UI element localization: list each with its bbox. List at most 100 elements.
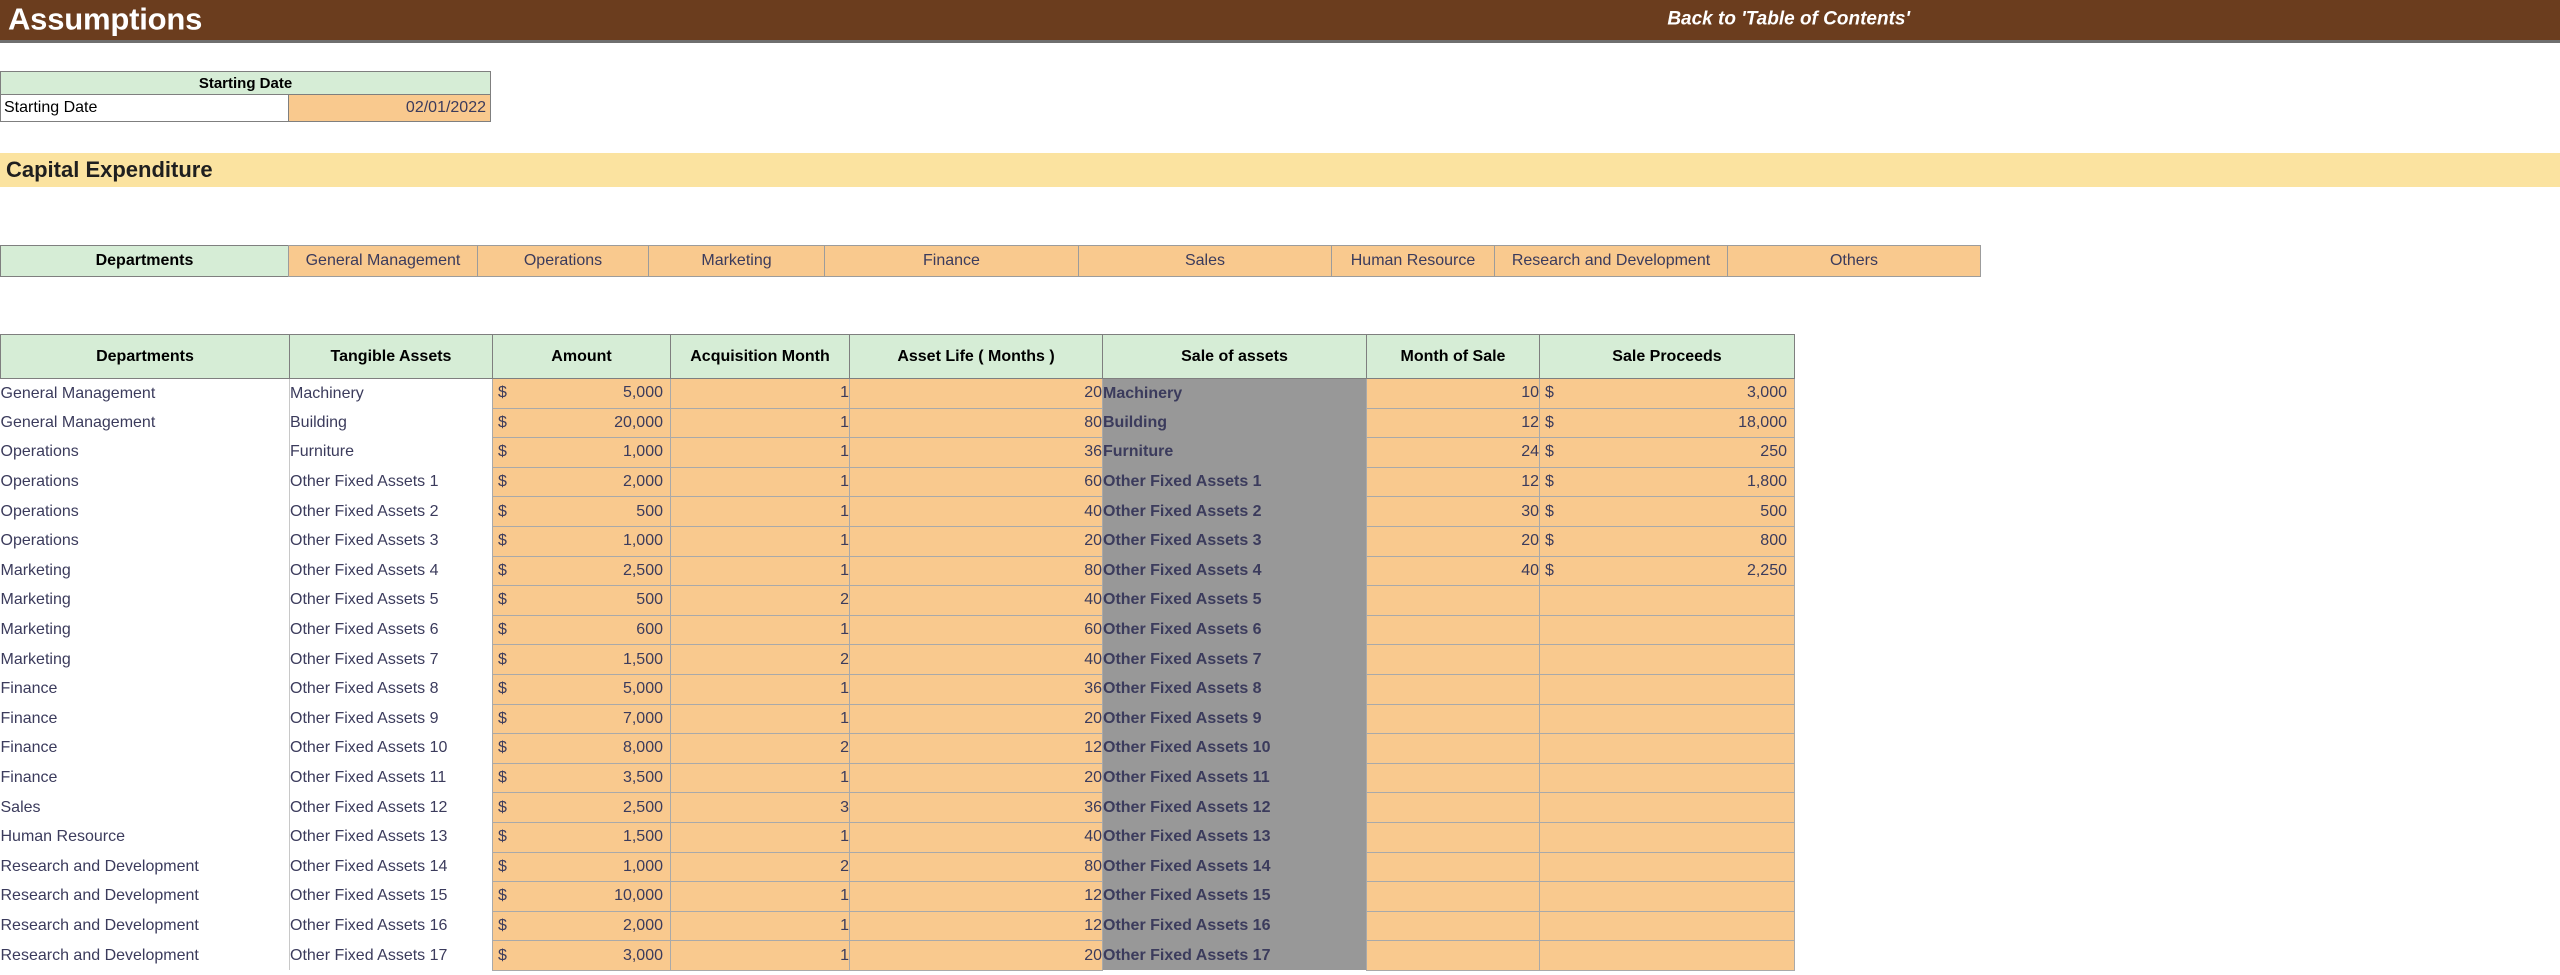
- cell-sale-proceeds[interactable]: $2,250: [1540, 556, 1795, 586]
- cell-month-of-sale[interactable]: [1367, 882, 1540, 912]
- cell-asset-life[interactable]: 80: [850, 408, 1103, 438]
- department-strip-item[interactable]: Others: [1727, 245, 1981, 277]
- cell-acquisition-month[interactable]: 1: [671, 911, 850, 941]
- cell-month-of-sale[interactable]: [1367, 674, 1540, 704]
- cell-month-of-sale[interactable]: [1367, 941, 1540, 971]
- cell-asset-life[interactable]: 12: [850, 911, 1103, 941]
- cell-sale-proceeds[interactable]: $500: [1540, 497, 1795, 527]
- cell-asset-life[interactable]: 40: [850, 645, 1103, 675]
- cell-asset-life[interactable]: 36: [850, 793, 1103, 823]
- cell-asset-life[interactable]: 20: [850, 763, 1103, 793]
- cell-amount[interactable]: $1,000: [493, 438, 671, 468]
- cell-acquisition-month[interactable]: 1: [671, 763, 850, 793]
- cell-month-of-sale[interactable]: 10: [1367, 379, 1540, 409]
- cell-asset-life[interactable]: 60: [850, 467, 1103, 497]
- cell-acquisition-month[interactable]: 1: [671, 408, 850, 438]
- cell-acquisition-month[interactable]: 2: [671, 734, 850, 764]
- cell-asset-life[interactable]: 40: [850, 822, 1103, 852]
- cell-month-of-sale[interactable]: [1367, 645, 1540, 675]
- department-strip-item[interactable]: Research and Development: [1494, 245, 1728, 277]
- cell-sale-proceeds[interactable]: $3,000: [1540, 379, 1795, 409]
- cell-acquisition-month[interactable]: 1: [671, 379, 850, 409]
- cell-month-of-sale[interactable]: 12: [1367, 467, 1540, 497]
- cell-month-of-sale[interactable]: [1367, 615, 1540, 645]
- cell-month-of-sale[interactable]: 24: [1367, 438, 1540, 468]
- cell-asset-life[interactable]: 20: [850, 941, 1103, 971]
- cell-asset-life[interactable]: 36: [850, 674, 1103, 704]
- cell-amount[interactable]: $3,000: [493, 941, 671, 971]
- department-strip-item[interactable]: Operations: [477, 245, 649, 277]
- cell-asset-life[interactable]: 36: [850, 438, 1103, 468]
- cell-acquisition-month[interactable]: 2: [671, 586, 850, 616]
- department-strip-item[interactable]: Marketing: [648, 245, 825, 277]
- cell-acquisition-month[interactable]: 2: [671, 645, 850, 675]
- cell-month-of-sale[interactable]: [1367, 822, 1540, 852]
- cell-acquisition-month[interactable]: 1: [671, 941, 850, 971]
- cell-asset-life[interactable]: 20: [850, 704, 1103, 734]
- cell-sale-proceeds[interactable]: [1540, 586, 1795, 616]
- cell-asset-life[interactable]: 40: [850, 497, 1103, 527]
- cell-amount[interactable]: $5,000: [493, 379, 671, 409]
- cell-sale-proceeds[interactable]: $250: [1540, 438, 1795, 468]
- cell-acquisition-month[interactable]: 1: [671, 438, 850, 468]
- cell-acquisition-month[interactable]: 1: [671, 526, 850, 556]
- cell-sale-proceeds[interactable]: [1540, 674, 1795, 704]
- cell-month-of-sale[interactable]: [1367, 586, 1540, 616]
- cell-sale-proceeds[interactable]: $1,800: [1540, 467, 1795, 497]
- cell-month-of-sale[interactable]: [1367, 704, 1540, 734]
- cell-month-of-sale[interactable]: 20: [1367, 526, 1540, 556]
- cell-month-of-sale[interactable]: [1367, 911, 1540, 941]
- cell-amount[interactable]: $2,000: [493, 467, 671, 497]
- cell-sale-proceeds[interactable]: [1540, 615, 1795, 645]
- cell-sale-proceeds[interactable]: [1540, 704, 1795, 734]
- cell-amount[interactable]: $5,000: [493, 674, 671, 704]
- cell-month-of-sale[interactable]: [1367, 734, 1540, 764]
- cell-amount[interactable]: $3,500: [493, 763, 671, 793]
- cell-acquisition-month[interactable]: 1: [671, 497, 850, 527]
- cell-sale-proceeds[interactable]: [1540, 645, 1795, 675]
- cell-acquisition-month[interactable]: 1: [671, 615, 850, 645]
- cell-acquisition-month[interactable]: 1: [671, 556, 850, 586]
- cell-sale-proceeds[interactable]: [1540, 852, 1795, 882]
- cell-month-of-sale[interactable]: [1367, 852, 1540, 882]
- cell-asset-life[interactable]: 80: [850, 556, 1103, 586]
- cell-acquisition-month[interactable]: 1: [671, 467, 850, 497]
- cell-acquisition-month[interactable]: 3: [671, 793, 850, 823]
- starting-date-input-cell[interactable]: 02/01/2022: [289, 95, 491, 122]
- cell-sale-proceeds[interactable]: [1540, 911, 1795, 941]
- cell-asset-life[interactable]: 12: [850, 734, 1103, 764]
- cell-amount[interactable]: $1,500: [493, 822, 671, 852]
- cell-amount[interactable]: $1,500: [493, 645, 671, 675]
- cell-amount[interactable]: $7,000: [493, 704, 671, 734]
- cell-amount[interactable]: $600: [493, 615, 671, 645]
- cell-amount[interactable]: $500: [493, 586, 671, 616]
- cell-amount[interactable]: $1,000: [493, 852, 671, 882]
- cell-sale-proceeds[interactable]: [1540, 822, 1795, 852]
- back-to-table-of-contents-link[interactable]: Back to 'Table of Contents': [1667, 9, 1910, 31]
- cell-month-of-sale[interactable]: 40: [1367, 556, 1540, 586]
- cell-acquisition-month[interactable]: 1: [671, 674, 850, 704]
- cell-sale-proceeds[interactable]: $18,000: [1540, 408, 1795, 438]
- cell-amount[interactable]: $8,000: [493, 734, 671, 764]
- cell-month-of-sale[interactable]: 30: [1367, 497, 1540, 527]
- department-strip-item[interactable]: Sales: [1078, 245, 1332, 277]
- cell-sale-proceeds[interactable]: [1540, 941, 1795, 971]
- department-strip-item[interactable]: Human Resource: [1331, 245, 1495, 277]
- cell-asset-life[interactable]: 60: [850, 615, 1103, 645]
- cell-acquisition-month[interactable]: 1: [671, 704, 850, 734]
- cell-sale-proceeds[interactable]: [1540, 882, 1795, 912]
- cell-acquisition-month[interactable]: 2: [671, 852, 850, 882]
- cell-asset-life[interactable]: 80: [850, 852, 1103, 882]
- cell-month-of-sale[interactable]: [1367, 793, 1540, 823]
- cell-asset-life[interactable]: 12: [850, 882, 1103, 912]
- cell-sale-proceeds[interactable]: $800: [1540, 526, 1795, 556]
- cell-sale-proceeds[interactable]: [1540, 734, 1795, 764]
- cell-acquisition-month[interactable]: 1: [671, 882, 850, 912]
- cell-month-of-sale[interactable]: [1367, 763, 1540, 793]
- cell-amount[interactable]: $2,500: [493, 793, 671, 823]
- cell-amount[interactable]: $500: [493, 497, 671, 527]
- cell-sale-proceeds[interactable]: [1540, 763, 1795, 793]
- cell-asset-life[interactable]: 20: [850, 379, 1103, 409]
- cell-amount[interactable]: $20,000: [493, 408, 671, 438]
- department-strip-item[interactable]: General Management: [288, 245, 478, 277]
